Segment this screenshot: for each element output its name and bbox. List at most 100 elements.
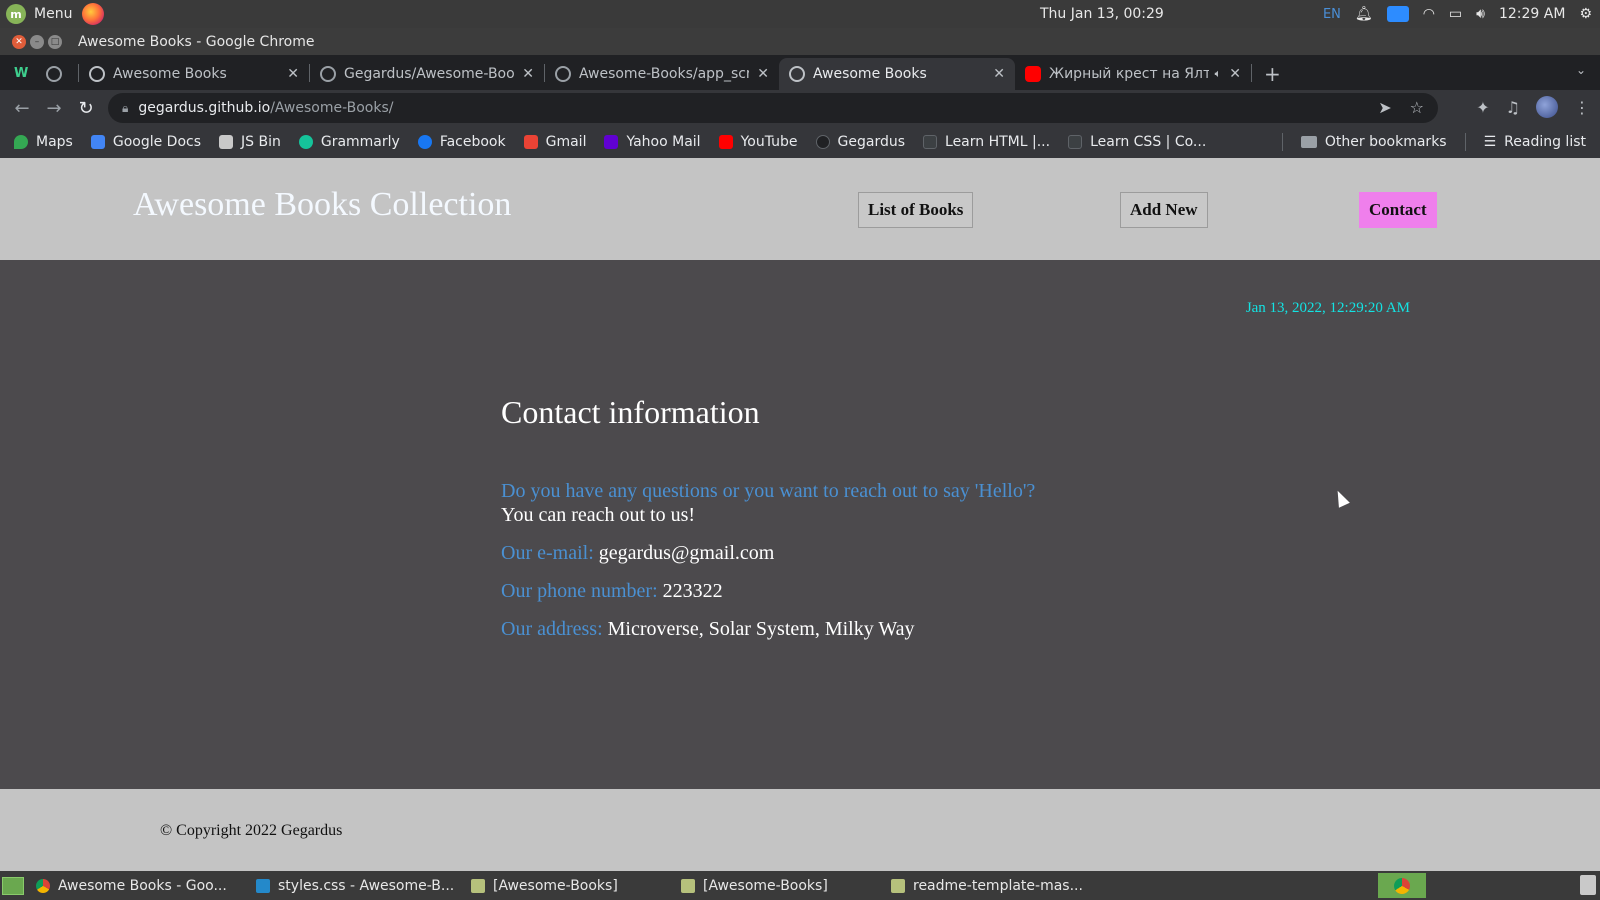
- contact-intro: Do you have any questions or you want to…: [501, 479, 1301, 527]
- nav-list-of-books[interactable]: List of Books: [858, 192, 974, 228]
- site-header: Awesome Books Collection List of Books A…: [0, 158, 1600, 260]
- web-page: Awesome Books Collection List of Books A…: [0, 158, 1600, 871]
- workspace-chrome-icon[interactable]: [1378, 873, 1426, 898]
- media-controls-icon[interactable]: ♫: [1506, 98, 1520, 117]
- bookmark-maps[interactable]: Maps: [14, 134, 73, 150]
- tab-close-icon[interactable]: ✕: [993, 66, 1005, 82]
- window-titlebar: ✕ – □ Awesome Books - Google Chrome: [0, 28, 1600, 55]
- nav-contact[interactable]: Contact: [1359, 192, 1437, 228]
- os-menu-button[interactable]: m Menu: [0, 4, 72, 24]
- send-to-device-icon[interactable]: ➤: [1378, 98, 1391, 117]
- keyboard-layout-indicator[interactable]: EN: [1323, 7, 1341, 22]
- extensions-puzzle-icon[interactable]: ✦: [1476, 98, 1489, 117]
- bookmark-facebook[interactable]: Facebook: [417, 134, 506, 150]
- toolbar-right: ✦ ♫ ⋮: [1476, 96, 1590, 118]
- os-taskbar: Awesome Books - Goo... styles.css - Awes…: [0, 871, 1600, 900]
- settings-gear-icon[interactable]: ⚙: [1579, 6, 1592, 22]
- bookmark-yahoo-mail[interactable]: Yahoo Mail: [604, 134, 701, 150]
- wix-icon: W: [14, 66, 29, 81]
- nav-add-new[interactable]: Add New: [1120, 192, 1208, 228]
- tab-close-icon[interactable]: ✕: [757, 66, 769, 82]
- os-clock[interactable]: Thu Jan 13, 00:29: [1040, 6, 1164, 22]
- tab-label: Awesome Books: [813, 66, 927, 82]
- grammarly-icon: [298, 135, 313, 149]
- tab-close-icon[interactable]: ✕: [1229, 66, 1241, 82]
- tab-close-icon[interactable]: ✕: [287, 66, 299, 82]
- tab-label: Gegardus/Awesome-Boo: [344, 66, 515, 82]
- tab-pinned-wix[interactable]: W: [0, 58, 36, 90]
- notifications-bell-icon[interactable]: 🔔︎: [1355, 6, 1373, 22]
- tab-pinned-github[interactable]: [36, 58, 78, 90]
- back-arrow-icon[interactable]: ←: [6, 98, 38, 119]
- task-label: [Awesome-Books]: [703, 877, 828, 894]
- volume-icon[interactable]: 🔊︎: [1476, 6, 1485, 22]
- bookmark-grammarly[interactable]: Grammarly: [298, 134, 400, 150]
- chrome-menu-icon[interactable]: ⋮: [1574, 98, 1590, 117]
- task-label: styles.css - Awesome-B...: [278, 877, 455, 894]
- forward-arrow-icon[interactable]: →: [38, 98, 70, 119]
- os-top-panel: m Menu Thu Jan 13, 00:29 EN 🔔︎ ◠ ▭ 🔊︎ 12…: [0, 0, 1600, 28]
- bookmark-label: Google Docs: [112, 134, 201, 150]
- tab-label: Awesome-Books/app_scr: [579, 66, 750, 82]
- bookmark-gegardus[interactable]: Gegardus: [815, 134, 905, 150]
- system-tray: EN 🔔︎ ◠ ▭ 🔊︎ 12:29 AM ⚙: [1323, 0, 1592, 28]
- task-folder-1[interactable]: [Awesome-Books]: [471, 878, 661, 894]
- address-value: Microverse, Solar System, Milky Way: [607, 618, 915, 640]
- task-chrome[interactable]: Awesome Books - Goo...: [36, 878, 236, 894]
- vscode-icon: [256, 878, 270, 893]
- contact-heading: Contact information: [501, 394, 760, 430]
- address-bar[interactable]: 🔒︎ gegardus.github.io/Awesome-Books/ ➤ ☆: [108, 93, 1438, 123]
- yahoo-mail-icon: [604, 135, 619, 149]
- tab-close-icon[interactable]: ✕: [522, 66, 534, 82]
- reading-list-button[interactable]: ☰ Reading list: [1484, 134, 1586, 150]
- current-datetime: Jan 13, 2022, 12:29:20 AM: [1245, 300, 1410, 316]
- copyright-text: © Copyright 2022 Gegardus: [160, 822, 343, 839]
- facebook-icon: [417, 135, 432, 149]
- show-desktop-icon[interactable]: [2, 876, 24, 895]
- tab-awesome-books-active[interactable]: Awesome Books ✕: [779, 58, 1015, 90]
- tab-github-repo[interactable]: Gegardus/Awesome-Boo ✕: [310, 58, 544, 90]
- tab-search-icon[interactable]: ⌄: [1576, 63, 1586, 77]
- window-close-icon[interactable]: ✕: [12, 34, 26, 49]
- profile-avatar[interactable]: [1536, 96, 1558, 118]
- bookmark-google-docs[interactable]: Google Docs: [90, 134, 201, 150]
- tab-github-app-script[interactable]: Awesome-Books/app_scr ✕: [545, 58, 779, 90]
- bookmark-label: Yahoo Mail: [626, 134, 701, 150]
- bookmark-learn-css[interactable]: Learn CSS | Co...: [1068, 134, 1206, 150]
- task-folder-3[interactable]: readme-template-mas...: [891, 878, 1091, 894]
- bookmark-label: Learn CSS | Co...: [1090, 134, 1207, 150]
- task-vscode[interactable]: styles.css - Awesome-B...: [256, 877, 455, 894]
- battery-icon[interactable]: ▭: [1449, 6, 1462, 22]
- firefox-launcher-icon[interactable]: [82, 3, 105, 25]
- browser-toolbar: ← → ↻ 🔒︎ gegardus.github.io/Awesome-Book…: [0, 90, 1600, 126]
- bookmark-label: Maps: [36, 134, 73, 150]
- bookmark-learn-html[interactable]: Learn HTML |...: [923, 134, 1050, 150]
- trash-icon[interactable]: [1580, 875, 1596, 895]
- folder-icon: [681, 878, 695, 893]
- tab-awesome-books-1[interactable]: Awesome Books ✕: [79, 58, 309, 90]
- bookmark-star-icon[interactable]: ☆: [1410, 98, 1424, 117]
- bookmark-youtube[interactable]: YouTube: [718, 134, 798, 150]
- lock-icon[interactable]: 🔒︎: [122, 101, 128, 116]
- bookmark-label: Grammarly: [320, 134, 400, 150]
- contact-section: Contact information Do you have any ques…: [501, 394, 1301, 655]
- contact-question: Do you have any questions or you want to…: [501, 480, 1036, 502]
- zoom-tray-icon[interactable]: [1386, 6, 1409, 22]
- reload-icon[interactable]: ↻: [70, 98, 102, 119]
- window-maximize-icon[interactable]: □: [48, 34, 62, 49]
- chrome-icon: [36, 878, 50, 893]
- phone-label: Our phone number:: [501, 580, 658, 602]
- other-bookmarks-folder[interactable]: Other bookmarks: [1300, 134, 1447, 150]
- audio-playing-icon[interactable]: 🔈︎: [1215, 67, 1222, 81]
- task-folder-2[interactable]: [Awesome-Books]: [681, 878, 871, 894]
- task-label: [Awesome-Books]: [493, 877, 618, 894]
- tray-time[interactable]: 12:29 AM: [1499, 6, 1565, 22]
- window-minimize-icon[interactable]: –: [30, 34, 44, 49]
- wifi-icon[interactable]: ◠: [1423, 6, 1435, 22]
- bookmark-js-bin[interactable]: JS Bin: [219, 134, 281, 150]
- tab-youtube[interactable]: Жирный крест на Ялт 🔈︎ ✕: [1015, 58, 1251, 90]
- bookmark-gmail[interactable]: Gmail: [523, 134, 586, 150]
- new-tab-button[interactable]: +: [1252, 58, 1293, 90]
- bookmarks-separator: [1281, 133, 1283, 151]
- bookmark-label: Facebook: [439, 134, 506, 150]
